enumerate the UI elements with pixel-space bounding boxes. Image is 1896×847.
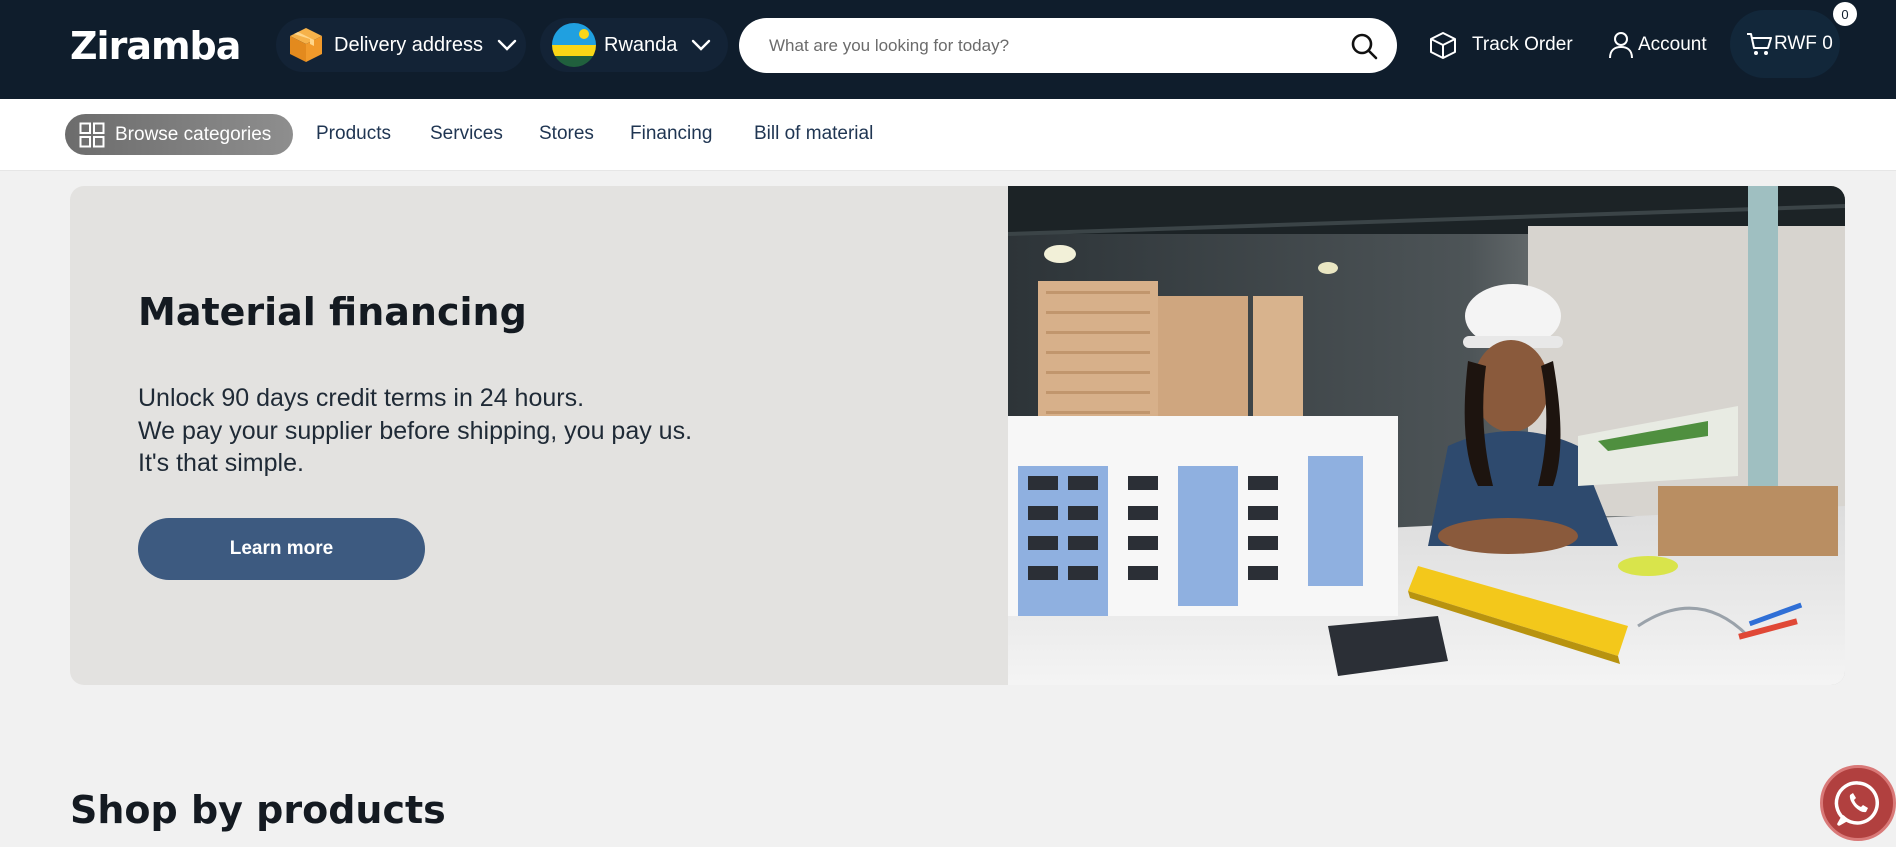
- country-label: Rwanda: [604, 33, 678, 56]
- user-icon: [1609, 32, 1633, 59]
- country-selector[interactable]: Rwanda: [540, 18, 728, 72]
- delivery-address-label: Delivery address: [334, 33, 483, 56]
- cart-button[interactable]: RWF 0: [1730, 10, 1840, 78]
- hero-line: Unlock 90 days credit terms in 24 hours.: [138, 384, 585, 412]
- whatsapp-icon: [1834, 781, 1879, 826]
- hero-description: Unlock 90 days credit terms in 24 hours.…: [138, 382, 838, 480]
- shop-by-products-title: Shop by products: [70, 788, 446, 832]
- chevron-down-icon: [692, 39, 711, 51]
- search-button[interactable]: [1349, 31, 1379, 61]
- account-link[interactable]: Account: [1608, 28, 1707, 62]
- site-logo[interactable]: Ziramba: [70, 26, 241, 66]
- hero-photo: [1008, 186, 1845, 685]
- hero-title: Material financing: [138, 290, 527, 334]
- nav-stores[interactable]: Stores: [539, 121, 594, 147]
- search-icon: [1351, 33, 1378, 59]
- browse-categories-label: Browse categories: [115, 123, 272, 145]
- top-header: Ziramba Delivery address Rwanda What are…: [0, 0, 1896, 99]
- track-order-label: Track Order: [1472, 34, 1573, 55]
- learn-more-button[interactable]: Learn more: [138, 518, 425, 580]
- cart-total: RWF 0: [1774, 33, 1833, 54]
- account-label: Account: [1638, 34, 1707, 55]
- package-icon: [290, 28, 322, 62]
- nav-products[interactable]: Products: [316, 121, 391, 147]
- chevron-down-icon: [497, 39, 517, 51]
- nav-bill-of-material[interactable]: Bill of material: [754, 121, 873, 147]
- hero-line: We pay your supplier before shipping, yo…: [138, 416, 693, 445]
- delivery-address-selector[interactable]: Delivery address: [276, 18, 526, 72]
- material-financing-banner: Material financing Unlock 90 days credit…: [70, 186, 1845, 685]
- nav-services[interactable]: Services: [430, 121, 503, 147]
- nav-financing[interactable]: Financing: [630, 121, 712, 147]
- search-bar: [739, 18, 1397, 73]
- hero-line: It's that simple.: [138, 449, 304, 477]
- track-order-link[interactable]: Track Order: [1428, 28, 1573, 62]
- whatsapp-chat-button[interactable]: [1820, 765, 1896, 841]
- category-nav: Browse categories Products Services Stor…: [0, 99, 1896, 171]
- browse-categories-button[interactable]: Browse categories: [65, 114, 293, 155]
- cart-count-badge: 0: [1833, 2, 1857, 26]
- rwanda-flag-icon: [552, 23, 596, 67]
- cart-icon: [1747, 33, 1772, 55]
- grid-icon: [79, 122, 105, 147]
- search-input[interactable]: [769, 35, 1349, 56]
- cube-icon: [1430, 32, 1456, 59]
